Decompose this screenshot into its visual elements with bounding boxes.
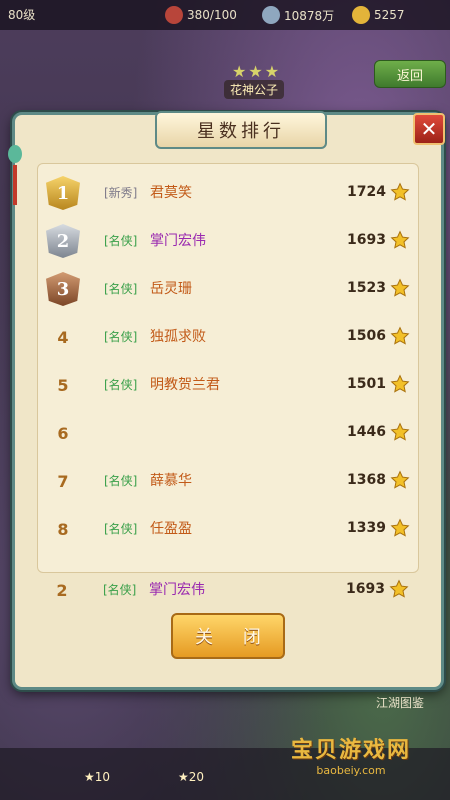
rank-badge-icon: 2 xyxy=(46,224,80,258)
star-score: 1446 xyxy=(347,424,386,440)
jade-tassel-decoration xyxy=(8,145,22,235)
watermark-url: baobeiy.com xyxy=(316,764,386,777)
star-icon xyxy=(390,374,410,394)
close-button[interactable]: 关 闭 xyxy=(171,613,285,659)
silver-display[interactable]: 10878万 xyxy=(262,6,334,24)
star-icon xyxy=(390,470,410,490)
rank-number: 6 xyxy=(57,423,69,443)
list-item: 8 [名侠] 任盈盈 1339 xyxy=(38,508,418,548)
side-link-atlas[interactable]: 江湖图鉴 xyxy=(376,694,424,711)
list-item: 7 [名侠] 薛慕华 1368 xyxy=(38,460,418,500)
stage-name: 花神公子 xyxy=(224,80,285,99)
rank-number: 7 xyxy=(57,471,69,491)
gold-display[interactable]: 5257 xyxy=(352,6,405,24)
top-resource-bar: 80级 380/100 10878万 5257 xyxy=(0,0,450,30)
star-score: 1506 xyxy=(347,328,386,344)
star-score: 1724 xyxy=(347,184,386,200)
player-name: 独孤求败 xyxy=(150,329,206,345)
stage-stars: ★★★ xyxy=(232,62,282,81)
list-item: 1 [新秀] 君莫笑 1724 xyxy=(38,172,418,212)
list-item: 6 1446 xyxy=(38,412,418,452)
watermark-logo: 宝贝游戏网 baobeiy.com xyxy=(276,732,426,777)
list-item: 4 [名侠] 独孤求败 1506 xyxy=(38,316,418,356)
player-title-tag: [新秀] xyxy=(104,185,138,200)
self-name: 掌门宏伟 xyxy=(149,582,205,598)
star-score: 1501 xyxy=(347,376,386,392)
player-name: 岳灵珊 xyxy=(150,281,192,297)
chest-label-2[interactable]: ★20 xyxy=(178,770,204,784)
close-icon[interactable]: ✕ xyxy=(413,113,445,145)
self-rank-row: 2 [名侠] 掌门宏伟 1693 xyxy=(37,569,417,609)
player-name: 君莫笑 xyxy=(150,185,192,201)
player-name: 掌门宏伟 xyxy=(150,233,206,249)
player-title-tag: [名侠] xyxy=(104,377,138,392)
self-score: 1693 xyxy=(346,581,385,597)
player-title-tag: [名侠] xyxy=(104,329,138,344)
star-score: 1523 xyxy=(347,280,386,296)
rank-number: 4 xyxy=(57,327,69,347)
rank-number: 5 xyxy=(57,375,69,395)
star-score: 1693 xyxy=(347,232,386,248)
player-title-tag: [名侠] xyxy=(104,473,138,488)
player-name: 任盈盈 xyxy=(150,521,192,537)
rank-number: 8 xyxy=(57,519,69,539)
back-button[interactable]: 返回 xyxy=(374,60,446,88)
star-icon xyxy=(390,326,410,346)
ranking-dialog: 星数排行 ✕ 1 [新秀] 君莫笑 1724 2 [名侠] 掌门宏伟 1693 3 [名侠] 岳灵珊… xyxy=(8,111,445,690)
player-title-tag: [名侠] xyxy=(104,233,138,248)
player-name: 薛慕华 xyxy=(150,473,192,489)
star-icon xyxy=(389,579,409,599)
star-score: 1368 xyxy=(347,472,386,488)
ranking-list: 1 [新秀] 君莫笑 1724 2 [名侠] 掌门宏伟 1693 3 [名侠] 岳灵珊 1523 4 [名… xyxy=(37,163,419,573)
chest-label-1[interactable]: ★10 xyxy=(84,770,110,784)
self-tag: [名侠] xyxy=(103,582,137,597)
silver-icon xyxy=(262,6,280,24)
star-icon xyxy=(390,422,410,442)
gold-icon xyxy=(352,6,370,24)
star-icon xyxy=(390,518,410,538)
list-item: 3 [名侠] 岳灵珊 1523 xyxy=(38,268,418,308)
player-title-tag: [名侠] xyxy=(104,281,138,296)
list-item: 2 [名侠] 掌门宏伟 1693 xyxy=(38,220,418,260)
watermark-title: 宝贝游戏网 xyxy=(290,738,411,763)
dialog-title: 星数排行 xyxy=(155,111,327,149)
star-icon xyxy=(390,278,410,298)
star-icon xyxy=(390,230,410,250)
player-level: 80级 xyxy=(8,8,36,22)
star-score: 1339 xyxy=(347,520,386,536)
star-icon xyxy=(390,182,410,202)
stamina-display[interactable]: 380/100 xyxy=(165,6,237,24)
self-rank: 2 xyxy=(56,580,68,600)
list-item: 5 [名侠] 明教贺兰君 1501 xyxy=(38,364,418,404)
player-title-tag: [名侠] xyxy=(104,521,138,536)
rank-badge-icon: 3 xyxy=(46,272,80,306)
rank-badge-icon: 1 xyxy=(46,176,80,210)
player-name: 明教贺兰君 xyxy=(150,377,220,393)
stamina-icon xyxy=(165,6,183,24)
